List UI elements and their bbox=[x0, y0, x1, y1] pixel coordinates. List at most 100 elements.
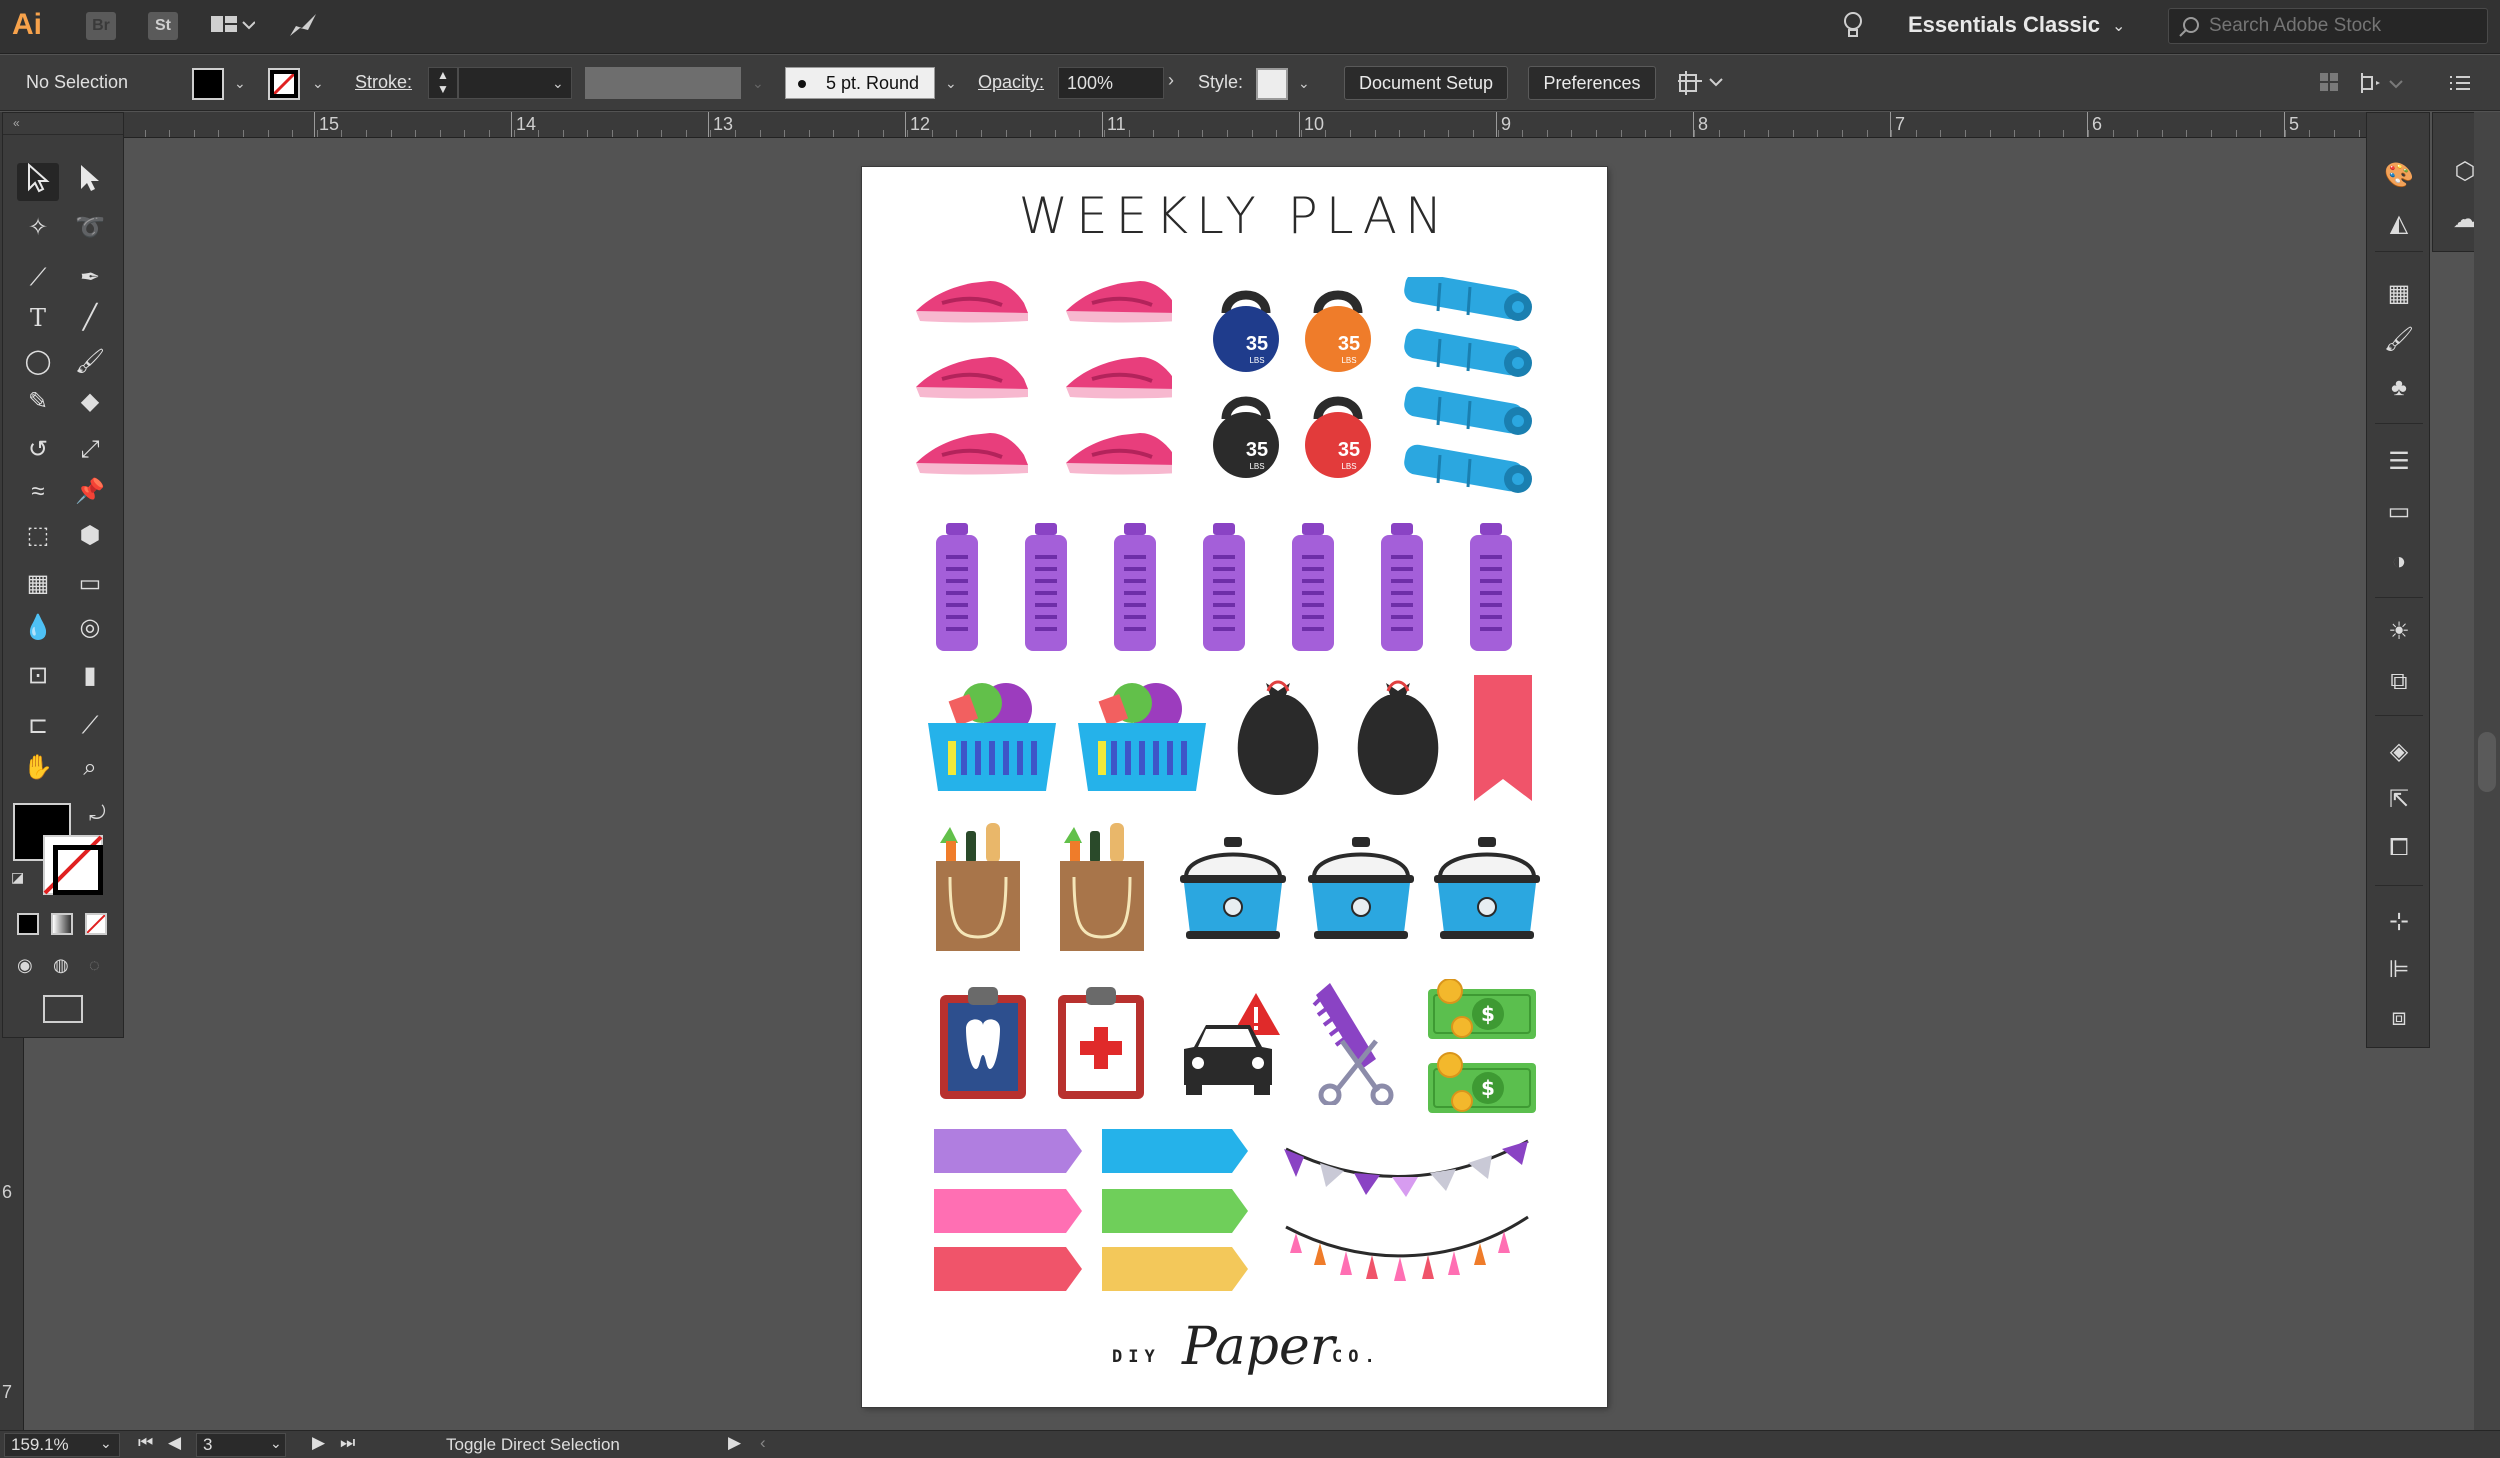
layers-icon[interactable]: ◈ bbox=[2383, 737, 2415, 767]
align-panel-icon[interactable]: ⊫ bbox=[2383, 955, 2415, 985]
dentist-clipboard-sticker[interactable] bbox=[938, 985, 1028, 1101]
swap-fill-stroke-icon[interactable]: ⤾ bbox=[89, 803, 106, 826]
chevron-down-icon[interactable]: ⌄ bbox=[752, 75, 764, 92]
scroll-thumb[interactable] bbox=[2478, 732, 2496, 792]
slice-tool-icon[interactable]: ⟋ bbox=[69, 707, 111, 745]
slow-cooker-stickers[interactable] bbox=[1180, 837, 1540, 947]
curvature-tool-icon[interactable]: ⟋ bbox=[17, 259, 59, 297]
color-guide-icon[interactable]: 🎨 bbox=[2383, 161, 2415, 191]
appearance-icon[interactable]: ☀ bbox=[2383, 617, 2415, 647]
chevron-down-icon[interactable]: ⌄ bbox=[552, 75, 564, 92]
stroke-swatch[interactable] bbox=[268, 68, 300, 100]
panel-menu-icon[interactable] bbox=[2446, 69, 2474, 102]
zoom-tool-icon[interactable]: ⌕ bbox=[69, 749, 111, 787]
draw-normal-icon[interactable]: ◉ bbox=[17, 955, 33, 976]
bunting-stickers[interactable] bbox=[1282, 1137, 1532, 1297]
rotate-tool-icon[interactable]: ↺ bbox=[17, 431, 59, 469]
horizontal-ruler[interactable]: 15 14 13 12 11 10 9 8 7 6 5 bbox=[24, 112, 2366, 138]
chevron-down-icon[interactable]: ⌄ bbox=[100, 1435, 112, 1452]
last-artboard-icon[interactable]: ⏭ bbox=[340, 1433, 355, 1453]
paintbrush-tool-icon[interactable]: 🖌 bbox=[69, 343, 111, 381]
chevron-down-icon[interactable]: ⌄ bbox=[312, 75, 324, 92]
ellipse-tool-icon[interactable]: ◯ bbox=[17, 343, 59, 381]
stroke-color-box[interactable] bbox=[43, 835, 103, 895]
chevron-right-icon[interactable]: › bbox=[1168, 70, 1174, 91]
pathfinder-icon[interactable]: ⧈ bbox=[2383, 1003, 2415, 1033]
symbols-icon[interactable]: ♣ bbox=[2383, 373, 2415, 403]
status-menu-icon[interactable]: ▶ bbox=[728, 1433, 741, 1453]
none-mode-icon[interactable] bbox=[85, 913, 107, 935]
transparency-icon[interactable]: ◑ bbox=[2383, 547, 2415, 577]
screen-mode-icon[interactable] bbox=[43, 995, 83, 1023]
grocery-bag-stickers[interactable] bbox=[926, 823, 1156, 953]
comb-scissors-sticker[interactable] bbox=[1306, 979, 1396, 1105]
transform-icon[interactable] bbox=[2358, 69, 2404, 102]
symbol-sprayer-tool-icon[interactable]: ⊡ bbox=[17, 657, 59, 695]
color-mode-icon[interactable] bbox=[17, 913, 39, 935]
eraser-tool-icon[interactable]: ◆ bbox=[69, 383, 111, 421]
fill-swatch[interactable] bbox=[192, 68, 224, 100]
opacity-input[interactable]: 100% bbox=[1058, 67, 1164, 99]
trash-bag-stickers[interactable] bbox=[1228, 669, 1458, 799]
gradient-panel-icon[interactable]: ▭ bbox=[2383, 497, 2415, 527]
workspace-switcher[interactable]: Essentials Classic bbox=[1908, 12, 2100, 38]
panel-collapse-grip[interactable]: « bbox=[3, 113, 123, 135]
color-theme-icon[interactable]: ◭ bbox=[2383, 209, 2415, 239]
artboard-tool-icon[interactable]: ⊏ bbox=[17, 707, 59, 745]
swatches-icon[interactable]: ▦ bbox=[2383, 279, 2415, 309]
medical-clipboard-sticker[interactable] bbox=[1056, 985, 1146, 1101]
transform-panel-icon[interactable]: ⊹ bbox=[2383, 907, 2415, 937]
artboards-icon[interactable]: ⧠ bbox=[2383, 833, 2415, 863]
yoga-mat-stickers[interactable] bbox=[1400, 277, 1540, 507]
laundry-basket-stickers[interactable] bbox=[928, 679, 1218, 799]
water-bottle-stickers[interactable] bbox=[932, 523, 1542, 655]
type-tool-icon[interactable]: T bbox=[17, 299, 59, 337]
graphic-styles-icon[interactable]: ⧉ bbox=[2383, 667, 2415, 697]
document-setup-button[interactable]: Document Setup bbox=[1344, 66, 1508, 100]
magic-wand-tool-icon[interactable]: ✧ bbox=[17, 209, 59, 247]
money-stickers[interactable]: $ bbox=[1428, 979, 1538, 1119]
stroke-weight-stepper[interactable]: ▲ ▼ bbox=[428, 67, 458, 99]
selection-tool-icon[interactable] bbox=[17, 162, 59, 201]
column-graph-tool-icon[interactable]: ▮ bbox=[69, 657, 111, 695]
stock-icon[interactable]: St bbox=[148, 12, 178, 40]
eyedropper-tool-icon[interactable]: 💧 bbox=[17, 609, 59, 647]
gpu-performance-icon[interactable] bbox=[288, 12, 318, 40]
puppet-warp-tool-icon[interactable]: 📌 bbox=[69, 473, 111, 511]
width-tool-icon[interactable]: ≈ bbox=[17, 473, 59, 511]
stroke-panel-icon[interactable]: ☰ bbox=[2383, 447, 2415, 477]
draw-behind-icon[interactable]: ◍ bbox=[53, 955, 69, 976]
line-segment-tool-icon[interactable]: ╱ bbox=[69, 299, 111, 337]
free-transform-tool-icon[interactable]: ⬚ bbox=[17, 517, 59, 555]
stock-search[interactable] bbox=[2168, 8, 2488, 44]
chevron-down-icon[interactable]: ⌄ bbox=[945, 75, 957, 92]
car-warning-sticker[interactable] bbox=[1180, 989, 1290, 1099]
scale-tool-icon[interactable]: ⤢ bbox=[69, 431, 111, 469]
shaper-tool-icon[interactable]: ✎ bbox=[17, 383, 59, 421]
perspective-grid-tool-icon[interactable]: ▦ bbox=[17, 565, 59, 603]
lightbulb-icon[interactable] bbox=[1838, 10, 1868, 38]
chevron-down-icon[interactable]: ⌄ bbox=[2112, 16, 2125, 36]
gradient-tool-icon[interactable]: ▭ bbox=[69, 565, 111, 603]
chevron-down-icon[interactable]: ⌄ bbox=[234, 75, 246, 92]
stroke-label[interactable]: Stroke: bbox=[355, 72, 412, 93]
shape-builder-tool-icon[interactable]: ⬢ bbox=[69, 517, 111, 555]
first-artboard-icon[interactable]: ⏮ bbox=[138, 1433, 153, 1453]
variable-width-profile[interactable] bbox=[585, 67, 741, 99]
brushes-icon[interactable]: 🖌 bbox=[2383, 325, 2415, 355]
bridge-icon[interactable]: Br bbox=[86, 12, 116, 40]
scroll-left-icon[interactable]: ‹ bbox=[760, 1433, 766, 1453]
artboard[interactable]: WEEKLY PLAN 35 LBS 35 LBS 35 LBS 35 LBS bbox=[862, 167, 1607, 1407]
opacity-label[interactable]: Opacity: bbox=[978, 72, 1044, 93]
preferences-button[interactable]: Preferences bbox=[1528, 66, 1656, 100]
gradient-mode-icon[interactable] bbox=[51, 913, 73, 935]
graphic-style-swatch[interactable] bbox=[1256, 68, 1288, 100]
vertical-scrollbar[interactable] bbox=[2474, 112, 2500, 1430]
arrange-documents-icon[interactable] bbox=[202, 12, 262, 40]
brush-definition[interactable]: 5 pt. Round bbox=[785, 67, 935, 99]
pen-tool-icon[interactable]: ✒ bbox=[69, 259, 111, 297]
sneaker-stickers[interactable] bbox=[912, 273, 1172, 503]
arrow-flag-stickers[interactable] bbox=[934, 1127, 1264, 1295]
asset-export-icon[interactable]: ⇱ bbox=[2383, 785, 2415, 815]
lasso-tool-icon[interactable]: ➰ bbox=[69, 209, 111, 247]
